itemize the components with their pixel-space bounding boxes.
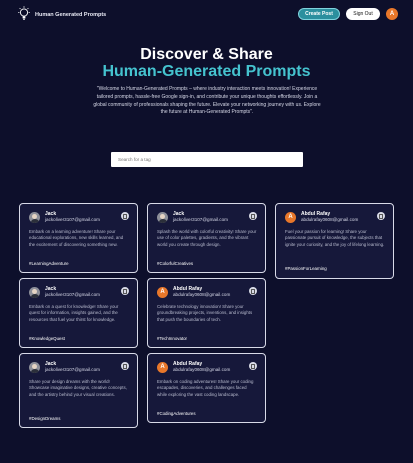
prompt-text: Embark on a quest for knowledge! Share y… (29, 304, 119, 322)
prompt-tag[interactable]: #LearningAdventure (29, 261, 69, 266)
hero-title: Discover & Share (140, 46, 273, 63)
tag-search-input[interactable] (111, 152, 303, 167)
author-avatar[interactable]: A (157, 287, 168, 298)
prompt-text: Splash the world with colorful creativit… (157, 229, 257, 247)
author-avatar[interactable] (29, 287, 40, 298)
prompt-text: Embark on a learning adventure! Share yo… (29, 229, 124, 247)
author-email: jackoliver3107@gmail.com (45, 217, 100, 222)
hero-description: "Welcome to Human-Generated Prompts – wh… (93, 86, 321, 116)
prompt-card[interactable]: A Abdul Rafay abdulrafay0608@gmail.com Emba… (147, 353, 266, 423)
author-avatar[interactable]: A (157, 362, 168, 373)
prompt-text: Share your design dreams with the world!… (29, 379, 127, 397)
author-email: jackoliver3107@gmail.com (173, 217, 228, 222)
author-email: abdulrafay0608@gmail.com (173, 367, 231, 372)
copy-icon[interactable] (249, 212, 257, 220)
lightbulb-logo-icon[interactable] (17, 6, 31, 22)
prompt-tag[interactable]: #TechInnovator (157, 336, 187, 341)
author-email: jackoliver3107@gmail.com (45, 367, 100, 372)
create-post-button[interactable]: Create Post (298, 8, 340, 20)
top-navbar: Human Generated Prompts Create Post Sign… (0, 0, 413, 30)
author-avatar[interactable] (29, 362, 40, 373)
author-email: abdulrafay0608@gmail.com (173, 292, 231, 297)
prompt-card[interactable]: Jack jackoliver3107@gmail.com Splash the w… (147, 203, 266, 273)
prompt-card[interactable]: A Abdul Rafay abdulrafay0608@gmail.com Cele… (147, 278, 266, 348)
prompt-tag[interactable]: #PassionForLearning (285, 266, 327, 271)
copy-icon[interactable] (249, 287, 257, 295)
author-email: abdulrafay0608@gmail.com (301, 217, 359, 222)
author-email: jackoliver3107@gmail.com (45, 292, 100, 297)
author-avatar[interactable] (29, 212, 40, 223)
prompt-card[interactable]: A Abdul Rafay abdulrafay0608@gmail.com Fuel… (275, 203, 394, 279)
prompt-tag[interactable]: #KnowledgeQuest (29, 336, 65, 341)
copy-icon[interactable] (377, 212, 385, 220)
prompt-tag[interactable]: #DesignDreams (29, 416, 60, 421)
copy-icon[interactable] (249, 362, 257, 370)
prompt-text: Celebrate technology innovation! Share y… (157, 304, 253, 322)
author-avatar[interactable]: A (285, 212, 296, 223)
copy-icon[interactable] (121, 212, 129, 220)
prompt-tag[interactable]: #ColorfulCreatives (157, 261, 193, 266)
author-avatar[interactable] (157, 212, 168, 223)
prompt-card[interactable]: Jack jackoliver3107@gmail.com Embark on a … (19, 278, 138, 348)
prompt-card[interactable]: Jack jackoliver3107@gmail.com Embark on a … (19, 203, 138, 273)
prompt-text: Fuel your passion for learning! Share yo… (285, 229, 385, 247)
copy-icon[interactable] (121, 287, 129, 295)
user-avatar[interactable]: A (386, 8, 398, 20)
copy-icon[interactable] (121, 362, 129, 370)
brand-name[interactable]: Human Generated Prompts (35, 12, 106, 18)
prompt-text: Embark on coding adventures! Share your … (157, 379, 254, 397)
sign-out-button[interactable]: Sign Out (346, 8, 380, 20)
prompt-tag[interactable]: #CodingAdventures (157, 411, 196, 416)
hero-subtitle: Human-Generated Prompts (102, 63, 311, 80)
prompt-card[interactable]: Jack jackoliver3107@gmail.com Share your d… (19, 353, 138, 428)
